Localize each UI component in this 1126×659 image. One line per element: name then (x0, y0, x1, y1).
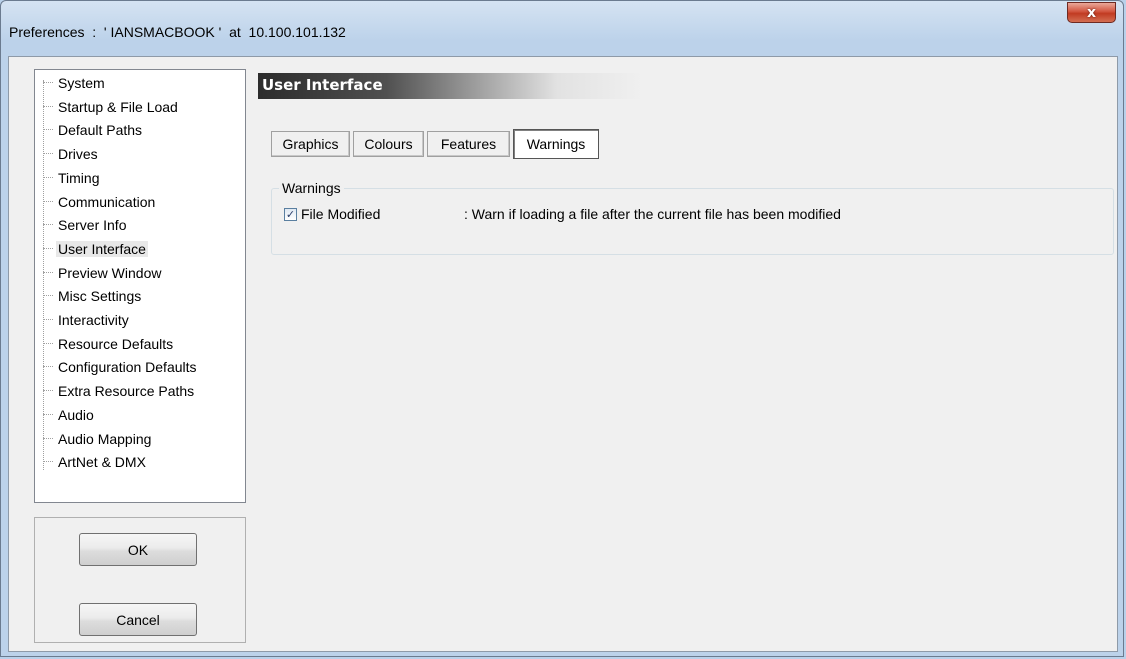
title-bar[interactable]: Preferences : ' IANSMACBOOK ' at 10.100.… (1, 1, 1123, 61)
tree-item-label: Startup & File Load (58, 98, 178, 115)
tree-item-drives[interactable]: Drives (43, 143, 100, 165)
tree-branch-line (43, 153, 53, 155)
tree-item-audio[interactable]: Audio (43, 404, 96, 426)
tab-colours[interactable]: Colours (353, 131, 424, 157)
tree-branch-line (43, 200, 53, 203)
tab-warnings[interactable]: Warnings (513, 129, 599, 159)
tree-item-label: System (58, 75, 105, 91)
ok-button[interactable]: OK (79, 533, 197, 566)
tree-item-configuration-defaults[interactable]: Configuration Defaults (43, 356, 199, 378)
tree-item-label: ArtNet & DMX (58, 454, 146, 471)
file-modified-checkbox[interactable]: ✓ (284, 208, 297, 221)
tree-item-resource-defaults[interactable]: Resource Defaults (43, 333, 175, 355)
tree-branch-line (43, 295, 53, 297)
tree-branch-line (43, 437, 53, 440)
tree-item-label: User Interface (56, 240, 148, 257)
tree-branch-line (43, 247, 53, 250)
tree-item-label: Drives (58, 146, 98, 163)
tree-item-label: Timing (58, 169, 100, 186)
tree-item-interactivity[interactable]: Interactivity (43, 309, 131, 331)
tree-branch-line (43, 271, 53, 274)
tree-item-label: Extra Resource Paths (58, 383, 195, 400)
tree-item-label: Preview Window (58, 264, 162, 281)
cancel-button[interactable]: Cancel (79, 603, 197, 636)
preferences-tree: System Startup & File Load Default Paths Dr… (34, 69, 246, 503)
tree-item-label: Audio (58, 406, 94, 423)
tree-item-label: Communication (58, 193, 156, 210)
tree-branch-line (43, 390, 53, 392)
tab-graphics[interactable]: Graphics (271, 131, 350, 157)
file-modified-description: : Warn if loading a file after the curre… (464, 206, 841, 222)
tree-branch-line (43, 366, 53, 368)
tree-branch-line (43, 82, 53, 84)
tree-item-label: Audio Mapping (58, 430, 152, 447)
tree-item-startup-file-load[interactable]: Startup & File Load (43, 96, 180, 118)
close-icon: x (1086, 4, 1097, 21)
tree-item-server-info[interactable]: Server Info (43, 214, 128, 236)
tree-item-extra-resource-paths[interactable]: Extra Resource Paths (43, 380, 196, 402)
tree-item-label: Configuration Defaults (58, 359, 197, 376)
tree-branch-line (43, 342, 53, 345)
tree-item-timing[interactable]: Timing (43, 167, 102, 189)
tree-item-label: Misc Settings (58, 288, 142, 305)
tree-item-preview-window[interactable]: Preview Window (43, 262, 163, 284)
tree-item-misc-settings[interactable]: Misc Settings (43, 285, 143, 307)
dialog-buttons-panel: OK Cancel (34, 517, 246, 643)
tree-item-system[interactable]: System (43, 72, 107, 94)
tree-branch-line (43, 461, 53, 463)
warnings-group-label: Warnings (279, 180, 344, 196)
section-header: User Interface (258, 73, 1113, 99)
preferences-window: Preferences : ' IANSMACBOOK ' at 10.100.… (0, 0, 1124, 657)
checkmark-icon: ✓ (285, 208, 296, 221)
file-modified-label[interactable]: File Modified (301, 206, 380, 222)
tree-branch-line (43, 413, 53, 416)
tree-item-user-interface[interactable]: User Interface (43, 238, 148, 260)
tab-features[interactable]: Features (427, 131, 510, 157)
window-title: Preferences : ' IANSMACBOOK ' at 10.100.… (9, 24, 346, 40)
tree-item-label: Resource Defaults (58, 335, 174, 352)
tree-item-label: Default Paths (58, 122, 143, 139)
tree-branch-line (43, 129, 53, 131)
tree-branch-line (43, 224, 53, 226)
tree-branch-line (43, 105, 53, 108)
tree-branch-line (43, 319, 53, 321)
tree-item-artnet-dmx[interactable]: ArtNet & DMX (43, 451, 148, 473)
section-title: User Interface (262, 76, 383, 94)
tree-item-label: Server Info (58, 217, 127, 234)
tree-item-audio-mapping[interactable]: Audio Mapping (43, 428, 153, 450)
tree-branch-line (43, 176, 53, 179)
tree-item-default-paths[interactable]: Default Paths (43, 119, 144, 141)
close-button[interactable]: x (1067, 2, 1116, 23)
tree-item-communication[interactable]: Communication (43, 191, 157, 213)
dialog-client-area: System Startup & File Load Default Paths Dr… (8, 56, 1118, 652)
tree-item-label: Interactivity (58, 312, 129, 328)
